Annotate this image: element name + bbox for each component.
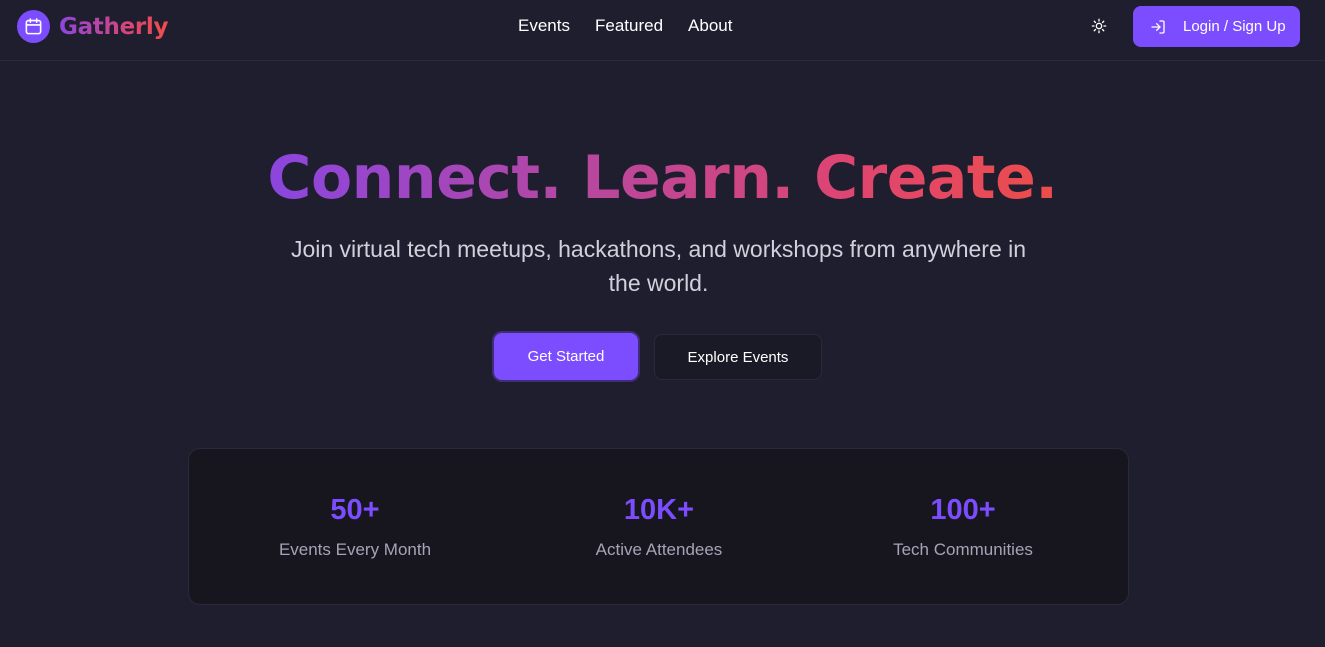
login-arrow-icon (1150, 19, 1166, 35)
hero-title-text: Connect. Learn. Create. (267, 143, 1058, 213)
stat-value: 50+ (330, 494, 380, 526)
explore-events-button[interactable]: Explore Events (654, 334, 822, 380)
stat-value: 10K+ (623, 494, 695, 526)
nav-link-featured[interactable]: Featured (595, 16, 663, 36)
hero-subtitle-line-1: Join virtual tech meetups, hackathons, a… (290, 236, 1027, 262)
hero-subtitle-line-2: the world. (608, 270, 709, 296)
stat-value: 100+ (930, 494, 996, 526)
login-signup-label: Login / Sign Up (1183, 18, 1286, 35)
nav-link-about[interactable]: About (688, 16, 732, 36)
stat-label: Active Attendees (595, 540, 723, 559)
hero-title: Connect. Learn. Create. (0, 141, 1325, 215)
main-nav: Events Featured About (518, 16, 757, 36)
stat-label: Tech Communities (893, 540, 1033, 559)
calendar-icon (17, 10, 50, 43)
brand-name: Gatherly (59, 13, 169, 40)
stats-panel: 50+ Events Every Month 10K+ Active Atten… (188, 448, 1129, 605)
get-started-button[interactable]: Get Started (494, 333, 638, 380)
top-navbar: Gatherly Events Featured About Login / S… (0, 0, 1325, 61)
stat-label: Events Every Month (278, 540, 432, 559)
nav-link-events[interactable]: Events (518, 16, 570, 36)
brand[interactable]: Gatherly (17, 10, 168, 43)
login-signup-button[interactable]: Login / Sign Up (1133, 6, 1300, 47)
sun-icon (1091, 18, 1107, 34)
hero-subtitle: Join virtual tech meetups, hackathons, a… (250, 232, 1067, 300)
theme-toggle-button[interactable] (1088, 15, 1110, 37)
